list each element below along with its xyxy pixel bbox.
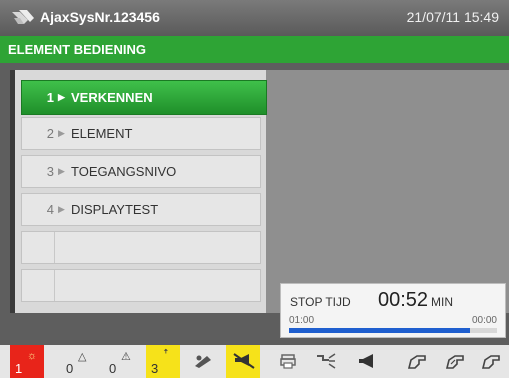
menu-item-empty <box>21 231 261 264</box>
menu-item-empty <box>21 269 261 302</box>
status-water[interactable] <box>308 345 342 378</box>
menu-item-label: VERKENNEN <box>71 90 153 105</box>
stop-timer: STOP TIJD 00:52 MIN 01:00 00:00 <box>280 283 506 338</box>
date-time: 21/07/11 15:49 <box>406 9 499 25</box>
menu-item-number: 4 <box>46 202 54 217</box>
door-icon <box>195 355 211 368</box>
menu-item-number: 1 <box>46 90 54 105</box>
menu-item-displaytest[interactable]: 4 ▶ DISPLAYTEST <box>21 193 261 226</box>
status-bar: 1 ☼ 0 △ 0 ⚠ 3 ꜛ <box>0 345 509 378</box>
hand-icon <box>445 355 464 369</box>
status-count: 0 <box>109 361 117 376</box>
status-disabled[interactable]: 3 ꜛ <box>146 345 180 378</box>
menu-item-label: DISPLAYTEST <box>71 202 159 217</box>
printer-icon <box>280 354 296 369</box>
top-bar: AjaxSysNr.123456 21/07/11 15:49 <box>0 0 509 36</box>
status-speaker[interactable] <box>350 345 384 378</box>
timer-end-label: 00:00 <box>471 315 497 326</box>
stop-time-value: 00:52 <box>378 289 429 311</box>
menu-scroll-stripe <box>10 70 15 313</box>
menu-item-divider <box>54 270 55 301</box>
disabled-icon: ꜛ <box>163 350 169 362</box>
menu-arrow-icon: ▶ <box>58 204 65 214</box>
status-count: 0 <box>66 361 74 376</box>
menu-arrow-icon: ▶ <box>58 92 65 102</box>
timer-progress-fill <box>289 328 470 333</box>
horn-muted-icon <box>233 353 255 369</box>
status-count: 3 <box>151 361 159 376</box>
ajax-logo-icon <box>12 10 34 24</box>
stop-time-unit: MIN <box>431 295 453 309</box>
fire-alarm-icon: ☼ <box>27 350 38 362</box>
hand-icon <box>481 355 500 369</box>
menu-item-verkennen[interactable]: 1 ▶ VERKENNEN <box>21 80 267 115</box>
status-hand-2[interactable] <box>438 345 472 378</box>
status-printer[interactable] <box>272 345 306 378</box>
status-door[interactable] <box>186 345 220 378</box>
status-hand-1[interactable] <box>400 345 434 378</box>
speaker-icon <box>359 354 373 368</box>
fault-icon: △ <box>78 351 87 363</box>
panel-screen: AjaxSysNr.123456 21/07/11 15:49 ELEMENT … <box>0 0 509 378</box>
page-title: ELEMENT BEDIENING <box>0 36 509 63</box>
status-horn-muted[interactable] <box>226 345 260 378</box>
menu-item-toegangsnivo[interactable]: 3 ▶ TOEGANGSNIVO <box>21 155 261 188</box>
system-name: AjaxSysNr.123456 <box>40 9 160 25</box>
timer-progress-track <box>289 328 497 333</box>
hand-icon <box>407 355 426 369</box>
warning-icon: ⚠ <box>121 351 131 363</box>
status-count: 1 <box>15 361 23 376</box>
stop-time-label: STOP TIJD <box>290 295 351 309</box>
menu-arrow-icon: ▶ <box>58 128 65 138</box>
status-warning[interactable]: 0 ⚠ <box>104 345 138 378</box>
menu-item-number: 3 <box>46 164 54 179</box>
menu-arrow-icon: ▶ <box>58 166 65 176</box>
menu-item-element[interactable]: 2 ▶ ELEMENT <box>21 117 261 150</box>
content-panel <box>266 70 509 313</box>
timer-start-label: 01:00 <box>289 315 315 326</box>
menu-item-divider <box>54 232 55 263</box>
status-fire-alarm[interactable]: 1 ☼ <box>10 345 44 378</box>
status-fault[interactable]: 0 △ <box>61 345 95 378</box>
menu-item-label: TOEGANGSNIVO <box>71 164 177 179</box>
menu-item-label: ELEMENT <box>71 126 133 141</box>
status-hand-3[interactable] <box>474 345 508 378</box>
menu-item-number: 2 <box>46 126 54 141</box>
water-icon <box>317 353 336 369</box>
